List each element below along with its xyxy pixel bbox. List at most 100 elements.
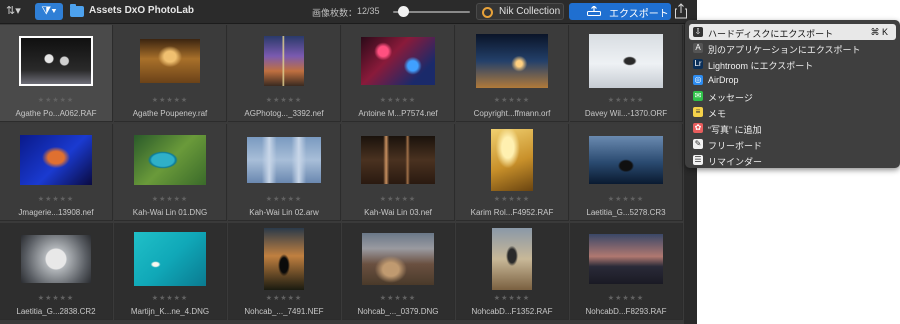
rating-stars[interactable]: ★★★★★ <box>228 294 340 302</box>
menu-item-freeform[interactable]: ✎ フリーボード <box>689 136 896 152</box>
rating-stars[interactable]: ★★★★★ <box>114 96 226 104</box>
image-cell[interactable]: ★★★★★ Laetitia_G...2838.CR2 <box>0 223 113 320</box>
image-thumbnail-golden-field[interactable] <box>491 129 533 191</box>
image-thumbnail-singer-blue[interactable] <box>20 135 92 185</box>
image-thumbnail-snow-person[interactable] <box>589 34 663 88</box>
image-filename: Agathe Poupeney.raf <box>132 109 208 118</box>
image-thumbnail-volcanic-land[interactable] <box>362 233 434 285</box>
sort-icon: ⇅▾ <box>6 5 21 17</box>
image-cell[interactable]: ★★★★★ NohcabD...F8293.RAF <box>570 223 683 320</box>
image-filename: Laetitia_G...2838.CR2 <box>16 307 96 316</box>
rating-stars[interactable]: ★★★★★ <box>228 96 340 104</box>
messages-icon: ✉ <box>693 91 703 101</box>
image-thumbnail-dancers-stage[interactable] <box>19 36 93 86</box>
photos-icon: ✿ <box>693 123 703 133</box>
menu-item-disk-export[interactable]: ⇩ ハードディスクにエクスポート ⌘ K <box>689 24 896 40</box>
image-thumbnail-desert-hiker[interactable] <box>492 228 532 290</box>
folder-name: Assets DxO PhotoLab <box>89 5 195 16</box>
menu-item-shortcut: ⌘ K <box>870 27 888 37</box>
image-cell[interactable]: ★★★★★ Kah-Wai Lin 02.arw <box>228 124 341 221</box>
image-cell[interactable]: ★★★★★ Jmagerie...13908.nef <box>0 124 113 221</box>
freeform-icon: ✎ <box>693 139 703 149</box>
menu-item-airdrop[interactable]: ◎ AirDrop <box>689 72 896 88</box>
image-count-label: 画像枚数： <box>312 8 358 18</box>
image-cell[interactable]: ★★★★★ Laetitia_G...5278.CR3 <box>570 124 683 221</box>
image-thumbnail-turquoise-sea[interactable] <box>134 232 206 286</box>
menu-item-photos[interactable]: ✿ “写真” に追加 <box>689 120 896 136</box>
rating-stars[interactable]: ★★★★★ <box>342 195 454 203</box>
share-button[interactable] <box>674 3 690 20</box>
image-grid: ★★★★★ Agathe Po...A062.RAF ★★★★★ Agathe Pou… <box>0 24 684 324</box>
rating-stars[interactable]: ★★★★★ <box>456 96 568 104</box>
image-cell[interactable]: ★★★★★ AGPhotog..._3392.nef <box>228 25 341 122</box>
rating-stars[interactable]: ★★★★★ <box>456 195 568 203</box>
export-menu: ⇩ ハードディスクにエクスポート ⌘ K A 別のアプリケーションにエクスポート Lr Li… <box>685 20 900 168</box>
notes-icon: ≡ <box>693 107 703 117</box>
lightroom-icon: Lr <box>693 59 703 69</box>
image-cell[interactable]: ★★★★★ Kah-Wai Lin 03.nef <box>342 124 455 221</box>
menu-item-label: リマインダー <box>708 157 763 167</box>
image-filename: Kah-Wai Lin 03.nef <box>364 208 432 217</box>
image-cell[interactable]: ★★★★★ NohcabD...F1352.RAF <box>456 223 569 320</box>
rating-stars[interactable]: ★★★★★ <box>342 96 454 104</box>
rating-stars[interactable]: ★★★★★ <box>0 195 112 203</box>
image-cell[interactable]: ★★★★★ Antoine M...P7574.nef <box>342 25 455 122</box>
sort-button[interactable]: ⇅▾ <box>6 3 32 20</box>
image-filename: Copyright...ffmann.orf <box>473 109 551 118</box>
export-label: エクスポート <box>609 9 669 20</box>
export-button[interactable]: エクスポート <box>569 3 671 20</box>
image-cell[interactable]: ★★★★★ Kah-Wai Lin 01.DNG <box>114 124 227 221</box>
menu-item-label: Lightroom にエクスポート <box>708 61 814 71</box>
menu-item-label: 別のアプリケーションにエクスポート <box>708 45 861 55</box>
image-filename: Nohcab_..._7491.NEF <box>244 307 324 316</box>
rating-stars[interactable]: ★★★★★ <box>114 294 226 302</box>
folder-icon <box>70 4 84 17</box>
rating-stars[interactable]: ★★★★★ <box>342 294 454 302</box>
rating-stars[interactable]: ★★★★★ <box>0 294 112 302</box>
menu-item-reminders[interactable]: ☰ リマインダー <box>689 152 896 168</box>
image-thumbnail-frosty-forest[interactable] <box>247 137 321 183</box>
image-filename: Nohcab_..._0379.DNG <box>357 307 439 316</box>
image-cell[interactable]: ★★★★★ Nohcab_..._7491.NEF <box>228 223 341 320</box>
image-filename: NohcabD...F8293.RAF <box>585 307 667 316</box>
image-thumbnail-sunset-walk[interactable] <box>264 228 304 290</box>
image-cell[interactable]: ★★★★★ Karim Rol...F4952.RAF <box>456 124 569 221</box>
nik-collection-button[interactable]: Nik Collection <box>476 3 564 20</box>
image-cell[interactable]: ★★★★★ Nohcab_..._0379.DNG <box>342 223 455 320</box>
image-cell[interactable]: ★★★★★ Davey Wil...-1370.ORF <box>570 25 683 122</box>
image-count-value: 12/35 <box>357 6 380 16</box>
image-thumbnail-neon-lights[interactable] <box>361 37 435 85</box>
rating-stars[interactable]: ★★★★★ <box>456 294 568 302</box>
rating-stars[interactable]: ★★★★★ <box>570 195 682 203</box>
image-thumbnail-dark-forest[interactable] <box>361 136 435 184</box>
image-filename: Kah-Wai Lin 02.arw <box>249 208 319 217</box>
disk-export-icon: ⇩ <box>693 27 703 37</box>
rating-stars[interactable]: ★★★★★ <box>570 96 682 104</box>
filter-button[interactable]: ⧩▾ <box>35 3 63 20</box>
image-thumbnail-sea-rock[interactable] <box>589 136 663 184</box>
menu-item-messages[interactable]: ✉ メッセージ <box>689 88 896 104</box>
rating-stars[interactable]: ★★★★★ <box>0 96 112 104</box>
image-cell[interactable]: ★★★★★ Agathe Poupeney.raf <box>114 25 227 122</box>
image-filename: Martijn_K...ne_4.DNG <box>130 307 210 316</box>
image-thumbnail-opera-hall[interactable] <box>140 39 200 83</box>
rating-stars[interactable]: ★★★★★ <box>114 195 226 203</box>
reminders-icon: ☰ <box>693 155 703 165</box>
menu-item-notes[interactable]: ≡ メモ <box>689 104 896 120</box>
image-thumbnail-cathedral-window[interactable] <box>264 36 304 86</box>
image-thumbnail-aerial-lake[interactable] <box>134 135 206 185</box>
nik-collection-label: Nik Collection <box>499 6 561 17</box>
image-thumbnail-buildings-up[interactable] <box>21 235 91 283</box>
image-cell[interactable]: ★★★★★ Martijn_K...ne_4.DNG <box>114 223 227 320</box>
thumbnail-size-slider-knob[interactable] <box>398 6 410 17</box>
menu-item-lightroom[interactable]: Lr Lightroom にエクスポート <box>689 56 896 72</box>
image-filename: Jmagerie...13908.nef <box>18 208 94 217</box>
image-cell[interactable]: ★★★★★ Agathe Po...A062.RAF <box>0 25 113 122</box>
image-cell[interactable]: ★★★★★ Copyright...ffmann.orf <box>456 25 569 122</box>
rating-stars[interactable]: ★★★★★ <box>570 294 682 302</box>
image-filename: NohcabD...F1352.RAF <box>471 307 553 316</box>
menu-item-app-export[interactable]: A 別のアプリケーションにエクスポート <box>689 40 896 56</box>
image-thumbnail-dusk-mountains[interactable] <box>589 234 663 284</box>
rating-stars[interactable]: ★★★★★ <box>228 195 340 203</box>
image-thumbnail-night-city[interactable] <box>476 34 548 88</box>
